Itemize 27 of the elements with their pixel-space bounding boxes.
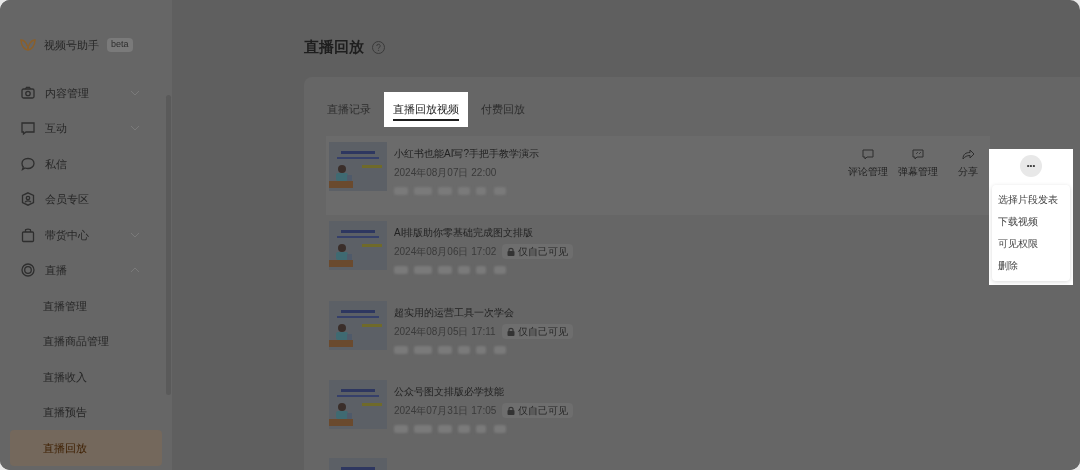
- chat-icon: [20, 120, 36, 137]
- menu-item[interactable]: 可见权限: [992, 232, 1070, 255]
- speech-box-icon: [911, 147, 925, 161]
- logo-icon: [20, 38, 36, 52]
- lock-icon: [506, 326, 515, 336]
- menu-item[interactable]: 下载视频: [992, 210, 1070, 233]
- sidebar-item[interactable]: 私信: [0, 146, 172, 182]
- speech-bubble-icon: [20, 155, 36, 172]
- lock-icon: [507, 406, 516, 415]
- lock-icon: [507, 247, 516, 256]
- sidebar-item[interactable]: 互动: [0, 110, 172, 146]
- camera-icon: [20, 84, 36, 101]
- concentric-circles-icon: [20, 262, 36, 279]
- row-action-button[interactable]: 弹幕管理: [894, 147, 942, 179]
- member-badge-icon: [20, 191, 36, 208]
- share-icon: [961, 147, 975, 161]
- shopping-bag-icon: [20, 226, 36, 243]
- sidebar-subitem[interactable]: 直播回放: [10, 430, 162, 466]
- menu-item[interactable]: 删除: [992, 254, 1070, 277]
- menu-item[interactable]: 选择片段发表: [992, 188, 1070, 211]
- beta-badge: beta: [107, 38, 133, 52]
- row-action-button[interactable]: 评论管理: [844, 147, 892, 179]
- comment-icon: [861, 147, 875, 161]
- row-action-button[interactable]: 分享: [944, 147, 992, 179]
- page-title: 直播回放: [304, 37, 364, 57]
- more-button[interactable]: •••: [1020, 154, 1042, 177]
- tab[interactable]: 直播回放视频: [384, 91, 468, 127]
